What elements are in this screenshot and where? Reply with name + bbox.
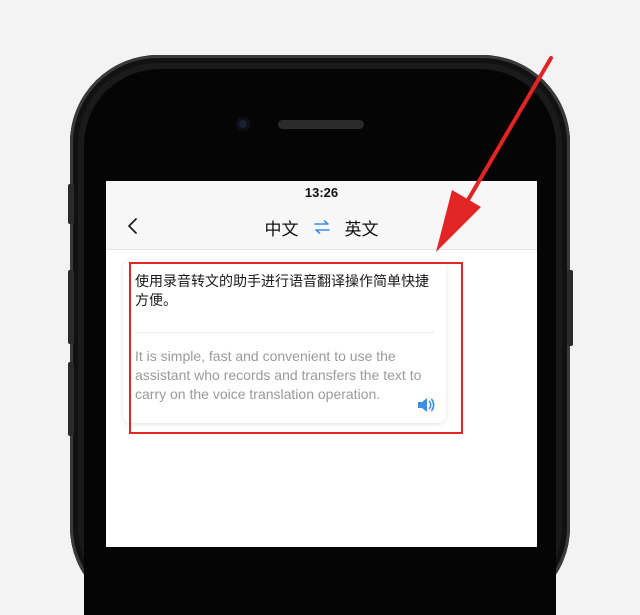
speaker-volume-icon[interactable] (416, 396, 436, 414)
translation-card: 使用录音转文的助手进行语音翻译操作简单快捷方便。 It is simple, f… (123, 260, 446, 423)
chevron-left-icon (128, 218, 137, 234)
translated-text[interactable]: It is simple, fast and convenient to use… (135, 347, 440, 404)
source-text[interactable]: 使用录音转文的助手进行语音翻译操作简单快捷方便。 (135, 273, 440, 311)
status-bar: 13:26 (106, 181, 537, 205)
swap-arrows-icon[interactable] (313, 218, 331, 236)
card-divider (135, 332, 434, 333)
nav-bar: 中文 英文 (106, 205, 537, 250)
back-button[interactable] (120, 213, 146, 239)
main-content: 使用录音转文的助手进行语音翻译操作简单快捷方便。 It is simple, f… (106, 250, 537, 547)
volume-down-button (68, 362, 74, 436)
silent-switch (68, 184, 74, 224)
phone-screen: 13:26 中文 英文 使用录音转文的助手进行语音翻译操作简单快捷方便。 It … (106, 181, 537, 547)
source-language[interactable]: 中文 (265, 215, 299, 240)
language-switcher: 中文 英文 (106, 205, 537, 249)
earpiece-speaker (278, 120, 364, 129)
status-time: 13:26 (304, 185, 339, 200)
target-language[interactable]: 英文 (345, 215, 379, 240)
power-button (567, 270, 573, 346)
volume-up-button (68, 270, 74, 344)
front-camera (236, 117, 250, 131)
